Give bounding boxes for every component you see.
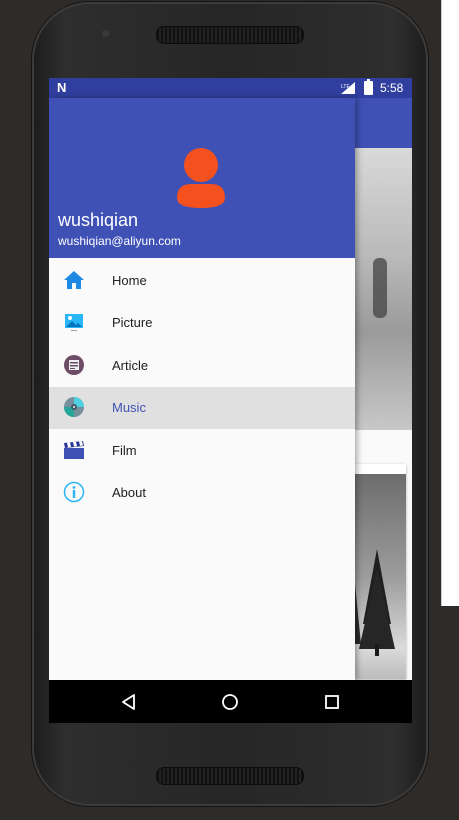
menu-item-label: About: [112, 484, 146, 500]
signal-icon: LTE: [341, 82, 355, 94]
user-name: wushiqian: [58, 210, 139, 230]
menu-item-home[interactable]: Home: [49, 260, 355, 302]
menu-item-film[interactable]: Film: [49, 430, 355, 472]
status-time: 5:58: [380, 81, 404, 95]
menu-item-about[interactable]: About: [49, 472, 355, 514]
device-screen: N LTE 5:58 wushiqian wushiqian@aliyun.co: [49, 78, 412, 723]
home-icon: [64, 271, 84, 289]
back-icon[interactable]: [119, 692, 139, 712]
front-camera: [102, 30, 109, 37]
svg-text:LTE: LTE: [341, 84, 350, 90]
recents-icon[interactable]: [322, 692, 342, 712]
bottom-speaker: [156, 767, 304, 785]
battery-icon: [364, 79, 373, 95]
status-bar: N LTE 5:58: [49, 78, 412, 98]
notification-icon: N: [57, 80, 67, 95]
info-icon: [63, 481, 85, 503]
picture-icon: [65, 314, 83, 332]
menu-item-label: Music: [112, 400, 146, 416]
menu-item-article[interactable]: Article: [49, 345, 355, 387]
film-clapper-icon: [64, 440, 84, 459]
music-disc-icon: [64, 397, 84, 418]
menu-item-music[interactable]: Music: [49, 387, 355, 430]
home-circle-icon[interactable]: [220, 692, 240, 712]
article-icon: [64, 354, 84, 375]
system-navigation-bar: [49, 680, 412, 723]
menu-item-picture[interactable]: Picture: [49, 302, 355, 344]
drawer-header: wushiqian wushiqian@aliyun.com: [49, 98, 355, 258]
menu-item-label: Picture: [112, 315, 153, 331]
background-window-edge: [441, 0, 442, 606]
background-window: [442, 0, 459, 606]
user-email: wushiqian@aliyun.com: [58, 234, 181, 248]
menu-item-label: Article: [112, 357, 149, 373]
drawer-menu: Home Picture Article Music Film About: [49, 260, 355, 514]
menu-item-label: Film: [112, 442, 137, 458]
earpiece-speaker: [156, 26, 304, 44]
avatar-icon[interactable]: [173, 146, 229, 210]
navigation-drawer: wushiqian wushiqian@aliyun.com Home Pict…: [49, 98, 355, 680]
menu-item-label: Home: [112, 273, 147, 288]
